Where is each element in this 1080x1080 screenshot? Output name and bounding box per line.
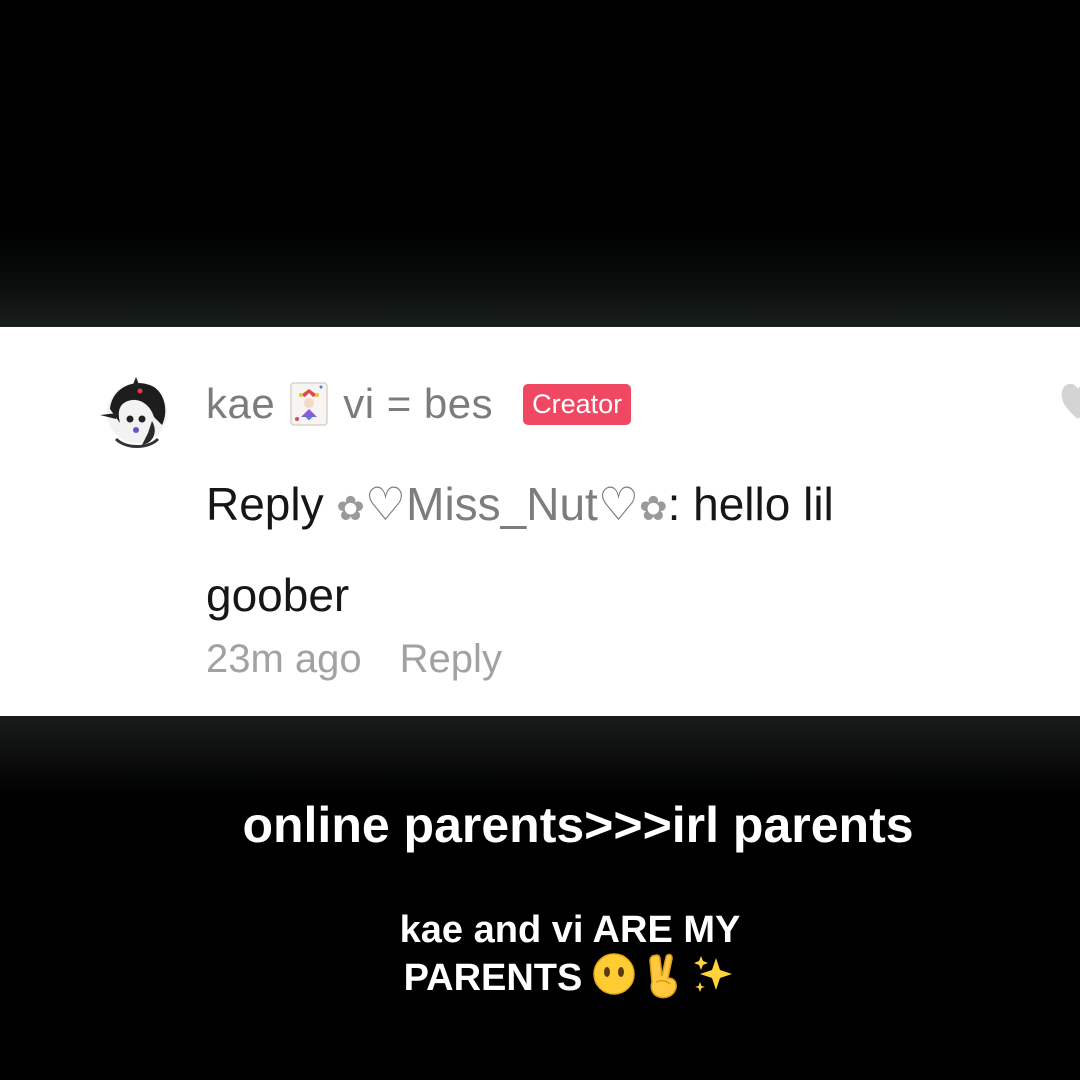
username-part2[interactable]: vi = bes xyxy=(343,380,493,428)
username-part1[interactable]: kae xyxy=(206,380,275,428)
reply-button[interactable]: Reply xyxy=(400,637,502,682)
comment-meta: 23m ago Reply xyxy=(206,637,502,682)
victory-hand-icon xyxy=(649,953,678,999)
no-mouth-face-icon xyxy=(593,953,636,995)
emoji-row xyxy=(592,952,736,1000)
flower-icon: ✿ xyxy=(639,489,668,529)
avatar-icon[interactable] xyxy=(96,373,174,451)
top-gradient xyxy=(0,230,1080,330)
creator-badge: Creator xyxy=(523,383,632,425)
bottom-gradient xyxy=(0,716,1080,796)
comment-timestamp: 23m ago xyxy=(206,637,362,681)
caption-sub: kae and vi ARE MY PARENTS xyxy=(0,908,1080,1000)
comment-text: Reply ✿♡Miss_Nut♡✿: hello lil goober xyxy=(206,461,966,638)
reply-prefix: Reply xyxy=(206,478,337,530)
mention-name: ♡Miss_Nut♡ xyxy=(364,478,640,530)
caption-main: online parents>>>irl parents xyxy=(242,797,914,853)
jester-card-icon xyxy=(290,382,328,426)
caption-sub-line1: kae and vi ARE MY xyxy=(399,909,741,951)
flower-icon: ✿ xyxy=(336,489,365,529)
comment-card: kae vi = bes Creator Reply ✿♡Miss_Nut♡✿:… xyxy=(0,327,1080,716)
sparkles-icon xyxy=(694,956,733,992)
username-row[interactable]: kae vi = bes Creator xyxy=(206,377,632,431)
caption-sub-line2-text: PARENTS xyxy=(403,957,583,999)
heart-icon[interactable] xyxy=(1058,379,1080,423)
mention-link[interactable]: ✿♡Miss_Nut♡✿ xyxy=(336,478,667,530)
caption-sub-line2: PARENTS xyxy=(0,952,1080,1000)
